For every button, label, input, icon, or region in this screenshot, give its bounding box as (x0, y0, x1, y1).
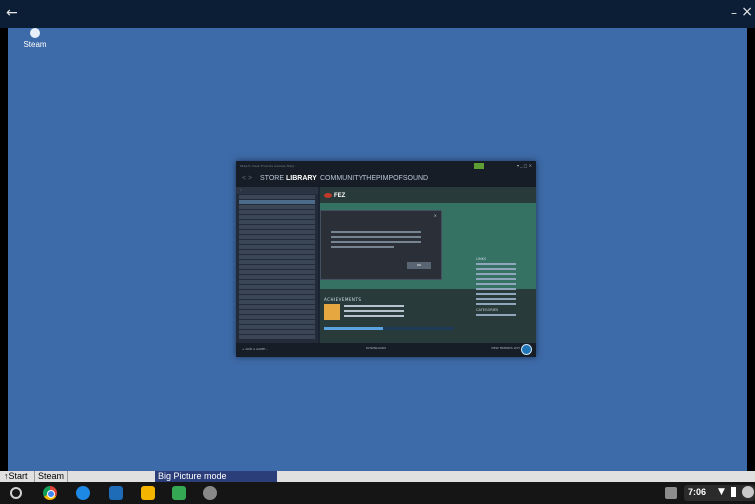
achievement-text (344, 305, 404, 320)
links-heading: LINKS (476, 257, 487, 261)
close-icon[interactable]: × (741, 4, 753, 20)
play-store-icon[interactable] (172, 486, 186, 500)
remote-taskbar: ↑Start Steam Big Picture mode (0, 471, 755, 482)
nav-arrows[interactable]: < > (242, 175, 252, 182)
search-icon: ⌕ (240, 188, 242, 192)
remote-desktop-icon[interactable] (109, 486, 123, 500)
game-title: FEZ (324, 193, 345, 199)
list-item[interactable] (239, 300, 315, 304)
steam-icon (30, 28, 40, 38)
list-item[interactable] (239, 225, 315, 229)
add-game-button[interactable]: + ADD A GAME... (242, 347, 268, 351)
list-item[interactable] (239, 230, 315, 234)
chromeos-shelf: 7:06 ▼ (0, 482, 755, 504)
photos-icon[interactable] (203, 486, 217, 500)
list-item[interactable] (239, 235, 315, 239)
steam-nav: < > STORE LIBRARY COMMUNITY THEPIMPOFSOU… (236, 173, 536, 187)
list-item-selected[interactable] (239, 200, 315, 204)
launcher-icon[interactable] (10, 487, 22, 499)
list-item[interactable] (239, 290, 315, 294)
friends-icon[interactable] (521, 344, 532, 355)
start-button[interactable]: ↑Start (4, 471, 28, 482)
category-item[interactable] (476, 314, 516, 316)
game-list[interactable]: ⌕ (236, 187, 318, 343)
nav-community[interactable]: COMMUNITY (320, 175, 363, 182)
list-item[interactable] (239, 220, 315, 224)
list-item[interactable] (239, 255, 315, 259)
taskbar-item-big-picture[interactable]: Big Picture mode (155, 471, 277, 482)
desktop-shortcut-label: Steam (23, 40, 47, 49)
link-item[interactable] (476, 268, 516, 270)
notification-icon[interactable] (665, 487, 677, 499)
clock: 7:06 (688, 487, 707, 497)
remote-app-titlebar: ← – × (0, 0, 755, 28)
list-item[interactable] (239, 260, 315, 264)
achievements-heading: ACHIEVEMENTS (324, 297, 362, 302)
steam-window[interactable]: Steam View Friends Games Help ▾ _ □ × < … (236, 161, 536, 357)
chrome-icon[interactable] (43, 486, 57, 500)
downloads-status[interactable]: DOWNLOADS (366, 346, 386, 350)
list-item[interactable] (239, 295, 315, 299)
wifi-icon: ▼ (718, 487, 725, 497)
achievements-progress-bar (324, 327, 454, 330)
minimize-icon[interactable]: – (731, 6, 737, 20)
game-title-text: FEZ (334, 193, 346, 200)
links-panel: LINKS CATEGORIES (476, 257, 526, 319)
list-item[interactable] (239, 285, 315, 289)
big-picture-button[interactable] (474, 163, 484, 169)
list-item[interactable] (239, 280, 315, 284)
list-item[interactable] (239, 305, 315, 309)
list-item[interactable] (239, 240, 315, 244)
achievement-icon (324, 304, 340, 320)
list-item[interactable] (239, 325, 315, 329)
list-item[interactable] (239, 210, 315, 214)
dialog-message (331, 231, 421, 251)
list-item[interactable] (239, 310, 315, 314)
list-item[interactable] (239, 215, 315, 219)
friends-list-button[interactable]: VIEW FRIENDS LIST (491, 346, 520, 350)
game-search-row[interactable]: ⌕ (236, 187, 318, 194)
categories-heading: CATEGORIES (476, 308, 499, 312)
link-item[interactable] (476, 283, 516, 285)
nav-store[interactable]: STORE (260, 175, 284, 182)
achievements-progress-fill (324, 327, 383, 330)
back-arrow-icon[interactable]: ← (6, 4, 18, 22)
taskbar-item-steam[interactable]: Steam (34, 471, 69, 482)
list-item[interactable] (239, 265, 315, 269)
list-item[interactable] (239, 320, 315, 324)
list-item[interactable] (239, 275, 315, 279)
start-label: Start (8, 471, 28, 481)
link-item[interactable] (476, 278, 516, 280)
list-item[interactable] (239, 330, 315, 334)
list-item[interactable] (239, 205, 315, 209)
desktop-shortcut-steam[interactable]: Steam (20, 28, 50, 49)
link-item[interactable] (476, 288, 516, 290)
link-item[interactable] (476, 273, 516, 275)
list-item[interactable] (239, 250, 315, 254)
list-item[interactable] (239, 335, 315, 339)
list-item[interactable] (239, 195, 315, 199)
link-item[interactable] (476, 298, 516, 300)
nav-profile[interactable]: THEPIMPOFSOUND (362, 175, 428, 182)
link-item[interactable] (476, 293, 516, 295)
avatar (742, 486, 754, 498)
nav-library[interactable]: LIBRARY (286, 175, 317, 182)
files-icon[interactable] (76, 486, 90, 500)
fez-logo-icon (324, 193, 332, 198)
status-tray[interactable]: 7:06 ▼ (684, 485, 755, 501)
dialog-ok-button[interactable]: OK (407, 262, 431, 269)
list-item[interactable] (239, 315, 315, 319)
big-picture-dialog: × OK (320, 210, 442, 280)
link-item[interactable] (476, 303, 516, 305)
battery-icon (731, 487, 736, 497)
steam-menu[interactable]: Steam View Friends Games Help (240, 164, 295, 168)
steam-titlebar: Steam View Friends Games Help ▾ _ □ × (236, 161, 536, 173)
steam-statusbar: + ADD A GAME... DOWNLOADS VIEW FRIENDS L… (236, 343, 536, 357)
list-item[interactable] (239, 245, 315, 249)
link-item[interactable] (476, 263, 516, 265)
list-item[interactable] (239, 270, 315, 274)
steam-window-controls[interactable]: ▾ _ □ × (517, 163, 532, 168)
dialog-close-icon[interactable]: × (434, 213, 437, 218)
keep-icon[interactable] (141, 486, 155, 500)
